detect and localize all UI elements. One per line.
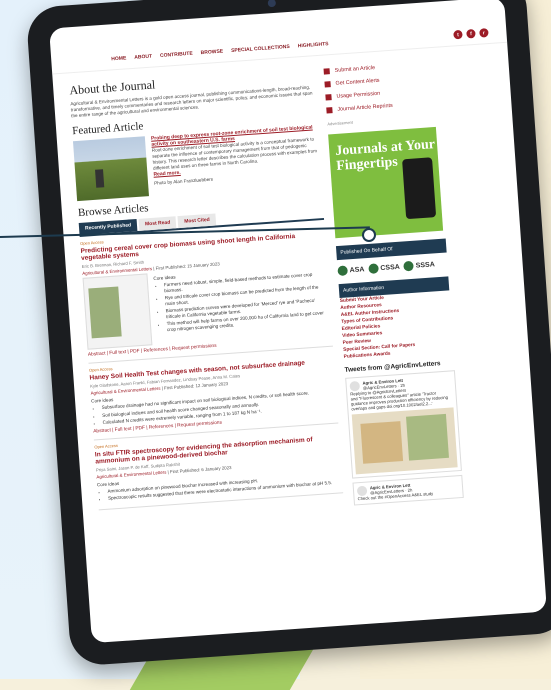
advert-banner[interactable]: Journals at Your Fingertips (328, 126, 444, 239)
content-alerts-label: Get Content Alerts (335, 77, 380, 87)
figure-photo (88, 286, 122, 339)
camera-icon (267, 0, 277, 8)
callout-dot (362, 228, 376, 242)
society-logos: ASA CSSA SSSA (337, 258, 447, 277)
article-body: Core ideas Farmers need robust, simple, … (82, 261, 332, 350)
nav-about[interactable]: ABOUT (134, 53, 152, 60)
main-content: About the Journal Agricultural & Environ… (52, 43, 538, 525)
map-region (406, 413, 449, 461)
nav-home[interactable]: HOME (111, 55, 126, 62)
usage-permission-link[interactable]: Usage Permission (325, 87, 435, 101)
reprints-link[interactable]: Journal Article Reprints (326, 100, 436, 114)
tweet-card[interactable]: Agric & Environ Lett @AgricEnvLetters · 2… (345, 370, 462, 479)
read-more-link[interactable]: Read more. (153, 170, 181, 178)
submit-article-label: Submit an Article (334, 65, 376, 74)
nav-highlights[interactable]: HIGHLIGHTS (298, 41, 329, 49)
tab-most-read[interactable]: Most Read (138, 216, 177, 231)
pencil-icon (323, 68, 330, 75)
sssa-logo-mark (403, 260, 415, 272)
bell-icon (324, 81, 331, 88)
usage-permission-label: Usage Permission (336, 90, 381, 100)
article-figure[interactable] (82, 273, 153, 350)
content-alerts-link[interactable]: Get Content Alerts (324, 74, 434, 88)
sssa-logo-text: SSSA (415, 260, 435, 270)
map-region (360, 421, 404, 464)
tweet-image[interactable] (351, 407, 458, 475)
right-sidebar: Submit an Article Get Content Alerts Usa… (323, 54, 464, 506)
article-item: Open Access Predicting cereal cover crop… (79, 219, 333, 364)
asa-logo[interactable]: ASA (337, 264, 365, 277)
question-icon (325, 94, 332, 101)
tablet-screen: HOME ABOUT CONTRIBUTE BROWSE SPECIAL COL… (49, 0, 547, 644)
nav-special-collections[interactable]: SPECIAL COLLECTIONS (231, 43, 290, 53)
tab-most-cited[interactable]: Most Cited (177, 213, 217, 229)
left-column: About the Journal Agricultural & Environ… (69, 62, 344, 523)
author-links: Submit Your Article Author Resources A&E… (340, 290, 454, 361)
featured-image[interactable] (72, 136, 149, 202)
sssa-logo[interactable]: SSSA (403, 259, 435, 272)
reprints-label: Journal Article Reprints (337, 102, 393, 113)
document-icon (326, 107, 333, 114)
nav-browse[interactable]: BROWSE (200, 48, 223, 56)
published-on-behalf-bar: Published On Behalf Of (335, 238, 447, 261)
cssa-logo-text: CSSA (380, 263, 401, 272)
asa-logo-text: ASA (349, 265, 365, 274)
person-silhouette (95, 169, 105, 188)
phone-image (402, 157, 437, 220)
tablet-device: HOME ABOUT CONTRIBUTE BROWSE SPECIAL COL… (25, 0, 551, 667)
core-ideas: Core ideas Farmers need robust, simple, … (153, 264, 332, 345)
submit-article-link[interactable]: Submit an Article (323, 61, 434, 75)
tweet-card[interactable]: Agric & Environ Lett @AgricEnvLetters · 2… (352, 474, 464, 506)
featured-article: Probing deep to express root-zone enrich… (72, 124, 322, 202)
asa-logo-mark (337, 265, 349, 277)
cssa-logo-mark (368, 263, 379, 274)
nav-contribute[interactable]: CONTRIBUTE (160, 50, 193, 58)
advert-label: Advertisement (327, 119, 354, 127)
social-icons: t f r (453, 28, 489, 40)
cssa-logo[interactable]: CSSA (368, 262, 400, 274)
featured-text: Probing deep to express root-zone enrich… (151, 124, 322, 196)
facebook-icon[interactable]: f (466, 28, 476, 39)
rss-icon[interactable]: r (479, 28, 489, 38)
twitter-icon[interactable]: t (453, 29, 463, 40)
